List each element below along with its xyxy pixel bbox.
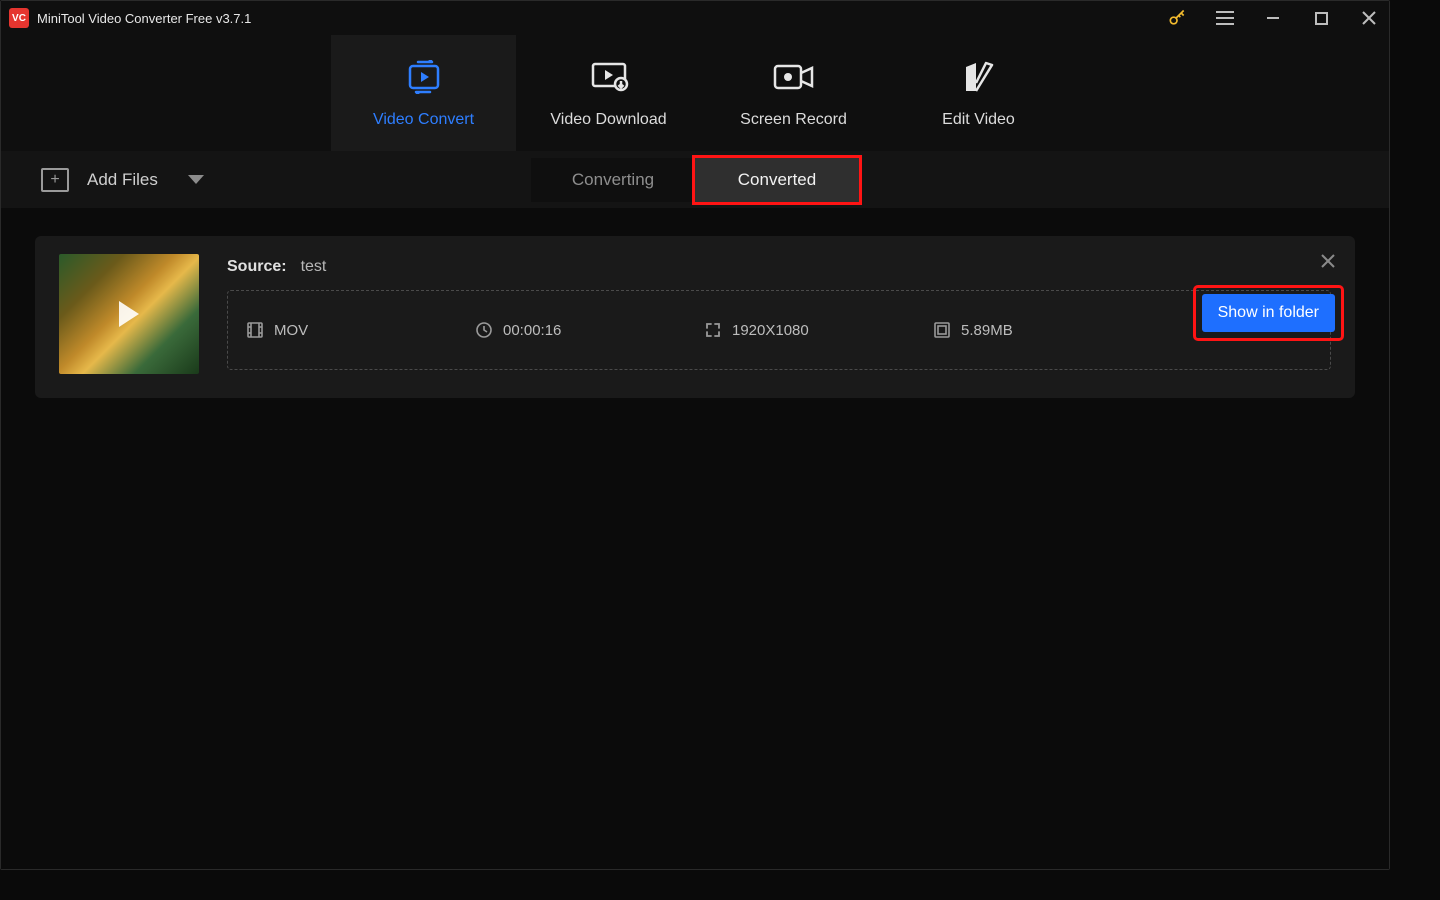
show-in-folder-highlight: Show in folder: [1196, 288, 1341, 338]
add-file-icon: [41, 168, 69, 192]
nav-video-download[interactable]: Video Download: [516, 35, 701, 151]
title-bar: VC MiniTool Video Converter Free v3.7.1: [1, 1, 1389, 35]
tab-label: Converted: [738, 170, 816, 190]
video-thumbnail[interactable]: [59, 254, 199, 374]
show-in-folder-button[interactable]: Show in folder: [1202, 294, 1335, 332]
nav-video-convert[interactable]: Video Convert: [331, 35, 516, 151]
app-logo-icon: VC: [9, 8, 29, 28]
converted-item-card: Source: test MOV 00:00:16 1920X1080: [35, 236, 1355, 398]
add-files-button[interactable]: Add Files: [41, 168, 204, 192]
tab-converted[interactable]: Converted: [695, 158, 859, 202]
edit-icon: [962, 57, 996, 97]
app-window: VC MiniTool Video Converter Free v3.7.1: [0, 0, 1390, 870]
meta-resolution: 1920X1080: [704, 321, 925, 339]
format-icon: [246, 321, 264, 339]
subtabs: Converting Converted: [531, 158, 859, 202]
nav-label: Video Convert: [373, 111, 474, 129]
resolution-value: 1920X1080: [732, 322, 809, 339]
chevron-down-icon[interactable]: [188, 170, 204, 190]
play-icon: [119, 301, 139, 327]
tab-converting[interactable]: Converting: [531, 158, 695, 202]
meta-format: MOV: [246, 321, 467, 339]
remove-item-button[interactable]: [1321, 252, 1335, 273]
format-value: MOV: [274, 322, 308, 339]
toolbar: Add Files Converting Converted: [1, 151, 1389, 208]
show-in-folder-label: Show in folder: [1218, 304, 1319, 321]
clock-icon: [475, 321, 493, 339]
nav-label: Video Download: [550, 111, 666, 129]
hamburger-menu-icon[interactable]: [1211, 4, 1239, 32]
source-label: Source:: [227, 258, 287, 276]
nav-label: Screen Record: [740, 111, 847, 129]
key-icon[interactable]: [1163, 4, 1191, 32]
file-meta-box: MOV 00:00:16 1920X1080 5.89MB: [227, 290, 1331, 370]
tab-label: Converting: [572, 170, 654, 190]
minimize-button[interactable]: [1259, 4, 1287, 32]
size-icon: [933, 321, 951, 339]
content-area: Source: test MOV 00:00:16 1920X1080: [1, 208, 1389, 869]
size-value: 5.89MB: [961, 322, 1013, 339]
close-button[interactable]: [1355, 4, 1383, 32]
record-icon: [772, 57, 816, 97]
nav-screen-record[interactable]: Screen Record: [701, 35, 886, 151]
add-files-label: Add Files: [87, 170, 158, 190]
window-controls: [1163, 4, 1383, 32]
file-info-column: Source: test MOV 00:00:16 1920X1080: [227, 254, 1331, 374]
meta-size: 5.89MB: [933, 321, 1154, 339]
source-row: Source: test: [227, 254, 1331, 280]
duration-value: 00:00:16: [503, 322, 561, 339]
maximize-button[interactable]: [1307, 4, 1335, 32]
convert-icon: [404, 57, 444, 97]
nav-label: Edit Video: [942, 111, 1015, 129]
app-title: MiniTool Video Converter Free v3.7.1: [37, 11, 251, 26]
meta-duration: 00:00:16: [475, 321, 696, 339]
download-icon: [589, 57, 629, 97]
expand-icon: [704, 321, 722, 339]
main-nav: Video Convert Video Download: [1, 35, 1389, 151]
source-name: test: [301, 258, 327, 276]
nav-edit-video[interactable]: Edit Video: [886, 35, 1071, 151]
